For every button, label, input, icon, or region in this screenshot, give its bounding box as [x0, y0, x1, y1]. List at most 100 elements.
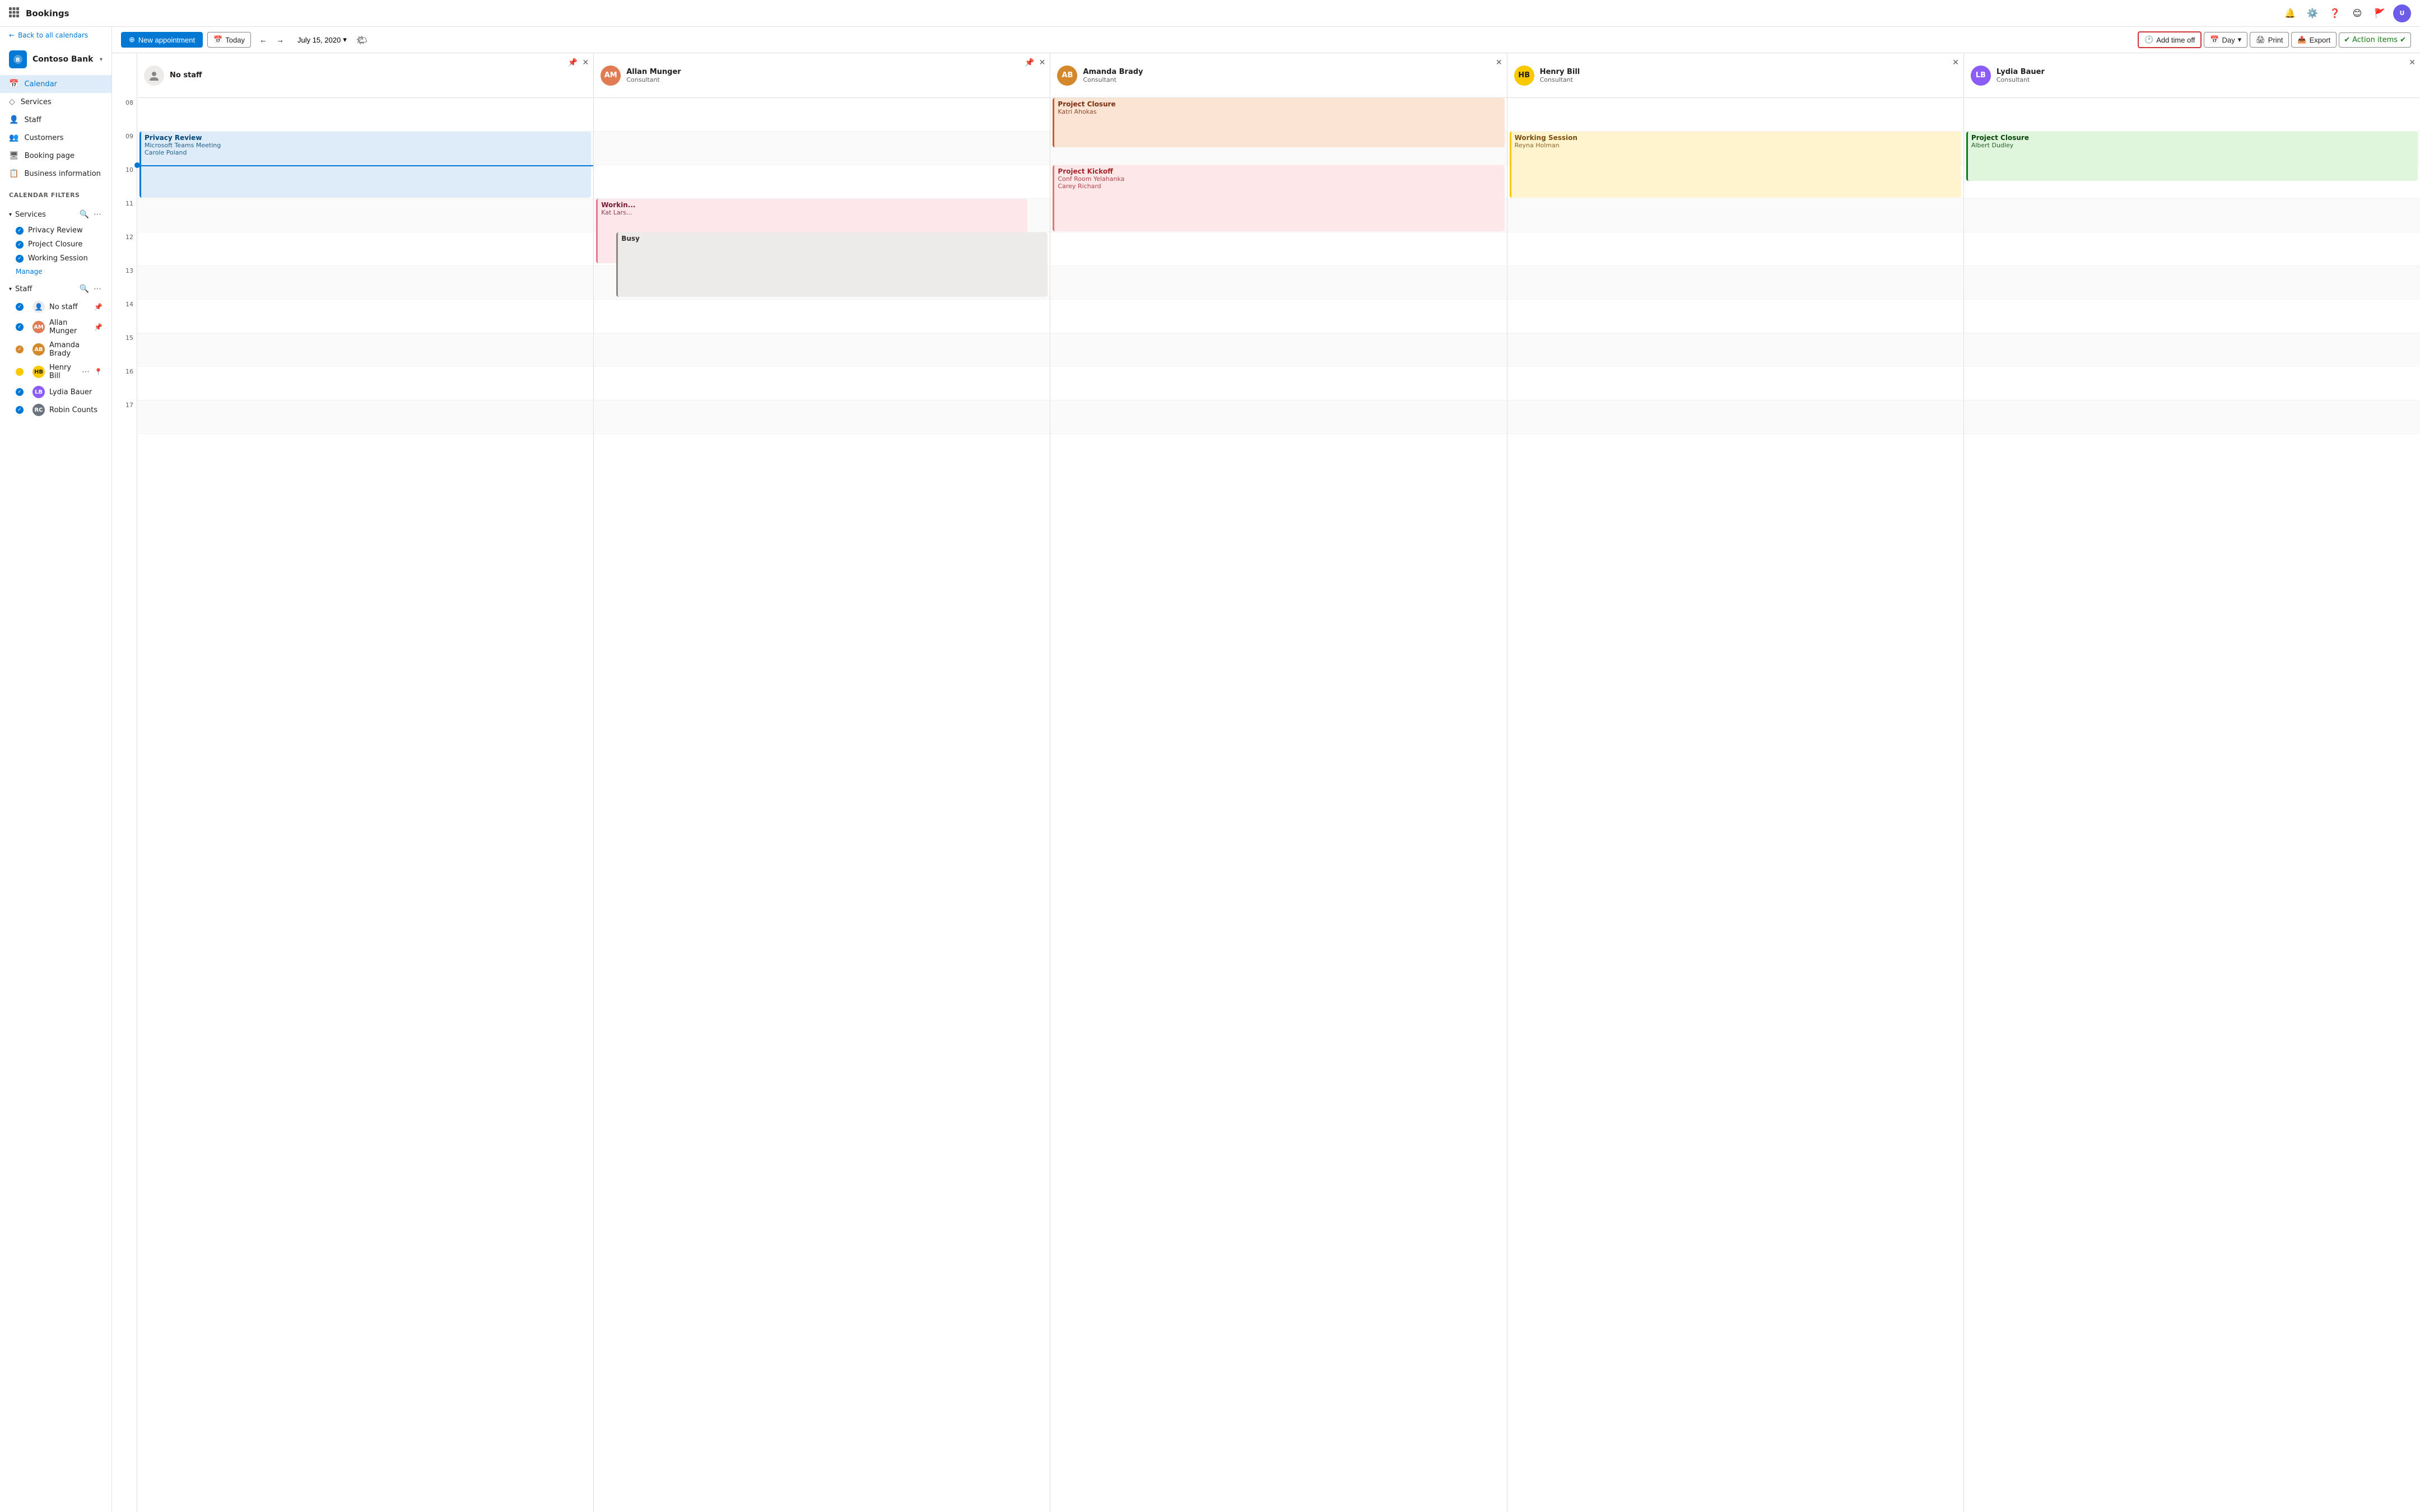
user-avatar[interactable]: U: [2393, 4, 2411, 22]
slot[interactable]: [594, 132, 1050, 165]
appt-working-henry[interactable]: Working Session Reyna Holman: [1510, 132, 1961, 198]
slot[interactable]: [1507, 367, 1963, 400]
henry-pin-outline-icon[interactable]: 📍: [94, 368, 103, 376]
allan-pin-button[interactable]: 📌: [1025, 58, 1034, 67]
today-button[interactable]: 📅 Today: [207, 32, 251, 48]
services-search-icon[interactable]: 🔍: [78, 209, 90, 220]
slot[interactable]: [594, 300, 1050, 333]
services-nav-icon: ◇: [9, 97, 15, 106]
no-staff-pin-icon[interactable]: 📌: [94, 303, 103, 311]
staff-item-henry-bill[interactable]: HB Henry Bill ⋯ 📍: [0, 361, 111, 383]
flag-icon[interactable]: 🚩: [2371, 4, 2389, 22]
slot[interactable]: [1507, 199, 1963, 232]
slot[interactable]: [1507, 98, 1963, 132]
company-chevron-icon[interactable]: ▾: [100, 57, 103, 63]
slot[interactable]: [1050, 400, 1506, 434]
day-view-button[interactable]: 📅 Day ▾: [2204, 32, 2247, 48]
slot[interactable]: [1964, 367, 2420, 400]
slot[interactable]: [1050, 300, 1506, 333]
services-filter-header[interactable]: ▾ Services 🔍 ⋯: [0, 206, 111, 223]
henry-close-button[interactable]: ✕: [1952, 58, 1959, 67]
slot[interactable]: [594, 165, 1050, 199]
sidebar-item-booking-page[interactable]: 🖥 Booking page: [0, 147, 111, 165]
slot[interactable]: [137, 232, 593, 266]
slot[interactable]: [594, 98, 1050, 132]
appt-project-closure-lydia[interactable]: Project Closure Albert Dudley: [1966, 132, 2418, 181]
appt-privacy-review[interactable]: Privacy Review Microsoft Teams Meeting C…: [139, 132, 591, 198]
sidebar-item-customers[interactable]: 👥 Customers: [0, 129, 111, 147]
slot[interactable]: [1964, 400, 2420, 434]
slot[interactable]: [1507, 266, 1963, 300]
slot[interactable]: [1964, 300, 2420, 333]
slot[interactable]: [137, 367, 593, 400]
slot[interactable]: [1507, 232, 1963, 266]
slot[interactable]: [1050, 266, 1506, 300]
slot[interactable]: [1050, 232, 1506, 266]
appt-project-kickoff[interactable]: Project Kickoff Conf Room Yelahanka Care…: [1053, 165, 1504, 231]
help-icon[interactable]: ❓: [2326, 4, 2344, 22]
app-title: Bookings: [26, 8, 2281, 18]
slot[interactable]: [1964, 333, 2420, 367]
services-more-icon[interactable]: ⋯: [92, 209, 103, 220]
date-picker-button[interactable]: July 15, 2020 ▾: [292, 32, 352, 47]
appt-busy[interactable]: Busy: [616, 232, 1048, 297]
notification-icon[interactable]: 🔔: [2281, 4, 2299, 22]
slot[interactable]: [1050, 367, 1506, 400]
staff-item-robin-counts[interactable]: RC Robin Counts: [0, 401, 111, 419]
staff-filter-header[interactable]: ▾ Staff 🔍 ⋯: [0, 280, 111, 298]
slot[interactable]: [1964, 232, 2420, 266]
add-time-off-button[interactable]: 🕐 Add time off: [2138, 31, 2202, 48]
no-staff-pin-button[interactable]: 📌: [568, 58, 578, 67]
filter-item-working-session[interactable]: Working Session: [0, 251, 111, 265]
amanda-slots: Project Closure Katri Ahokas Project Kic…: [1050, 98, 1506, 434]
sidebar-item-business-info[interactable]: 📋 Business information: [0, 165, 111, 183]
feedback-icon[interactable]: 😊: [2348, 4, 2366, 22]
amanda-close-button[interactable]: ✕: [1496, 58, 1502, 67]
slot[interactable]: [1507, 300, 1963, 333]
prev-arrow-button[interactable]: ←: [255, 32, 271, 48]
slot[interactable]: [137, 199, 593, 232]
staff-more-icon[interactable]: ⋯: [92, 283, 103, 295]
print-button[interactable]: 🖨 Print: [2250, 32, 2289, 48]
next-arrow-button[interactable]: →: [272, 32, 288, 48]
slot[interactable]: [137, 333, 593, 367]
slot[interactable]: [1964, 199, 2420, 232]
back-link[interactable]: ← Back to all calendars: [0, 27, 111, 44]
slot[interactable]: [594, 333, 1050, 367]
slot[interactable]: [1964, 98, 2420, 132]
slot[interactable]: [1507, 400, 1963, 434]
slot[interactable]: [594, 367, 1050, 400]
allan-pin-icon[interactable]: 📌: [94, 323, 103, 331]
staff-search-icon[interactable]: 🔍: [78, 283, 90, 295]
slot[interactable]: [1507, 333, 1963, 367]
slot[interactable]: [137, 400, 593, 434]
slot[interactable]: [137, 266, 593, 300]
filter-item-privacy-review[interactable]: Privacy Review: [0, 223, 111, 237]
slot[interactable]: [1964, 266, 2420, 300]
settings-icon[interactable]: ⚙️: [2303, 4, 2321, 22]
manage-services-link[interactable]: Manage: [0, 265, 111, 280]
filter-item-project-closure[interactable]: Project Closure: [0, 237, 111, 251]
sidebar-item-calendar[interactable]: 📅 Calendar: [0, 75, 111, 93]
staff-item-lydia-bauer[interactable]: LB Lydia Bauer: [0, 383, 111, 401]
lydia-close-button[interactable]: ✕: [2409, 58, 2416, 67]
export-button[interactable]: 📤 Export: [2291, 32, 2337, 48]
staff-item-amanda-brady[interactable]: ✓ AB Amanda Brady: [0, 338, 111, 361]
waffle-icon[interactable]: [9, 7, 19, 20]
no-staff-close-button[interactable]: ✕: [582, 58, 589, 67]
slot[interactable]: [594, 400, 1050, 434]
action-items-button[interactable]: ✔ Action items ✔: [2339, 32, 2411, 48]
staff-item-no-staff[interactable]: 👤 No staff 📌: [0, 298, 111, 316]
calendar-nav-icon: 📅: [9, 80, 18, 88]
appt-project-closure-amanda[interactable]: Project Closure Katri Ahokas: [1053, 98, 1504, 147]
slot[interactable]: [137, 98, 593, 132]
staff-item-allan-munger[interactable]: AM Allan Munger 📌: [0, 316, 111, 338]
sidebar-item-staff[interactable]: 👤 Staff: [0, 111, 111, 129]
allan-close-button[interactable]: ✕: [1039, 58, 1046, 67]
henry-more-icon[interactable]: ⋯: [82, 367, 90, 376]
robin-filter-dot: [16, 406, 24, 414]
sidebar-item-services[interactable]: ◇ Services: [0, 93, 111, 111]
slot[interactable]: [137, 300, 593, 333]
slot[interactable]: [1050, 333, 1506, 367]
new-appointment-button[interactable]: ⊕ New appointment: [121, 32, 203, 48]
